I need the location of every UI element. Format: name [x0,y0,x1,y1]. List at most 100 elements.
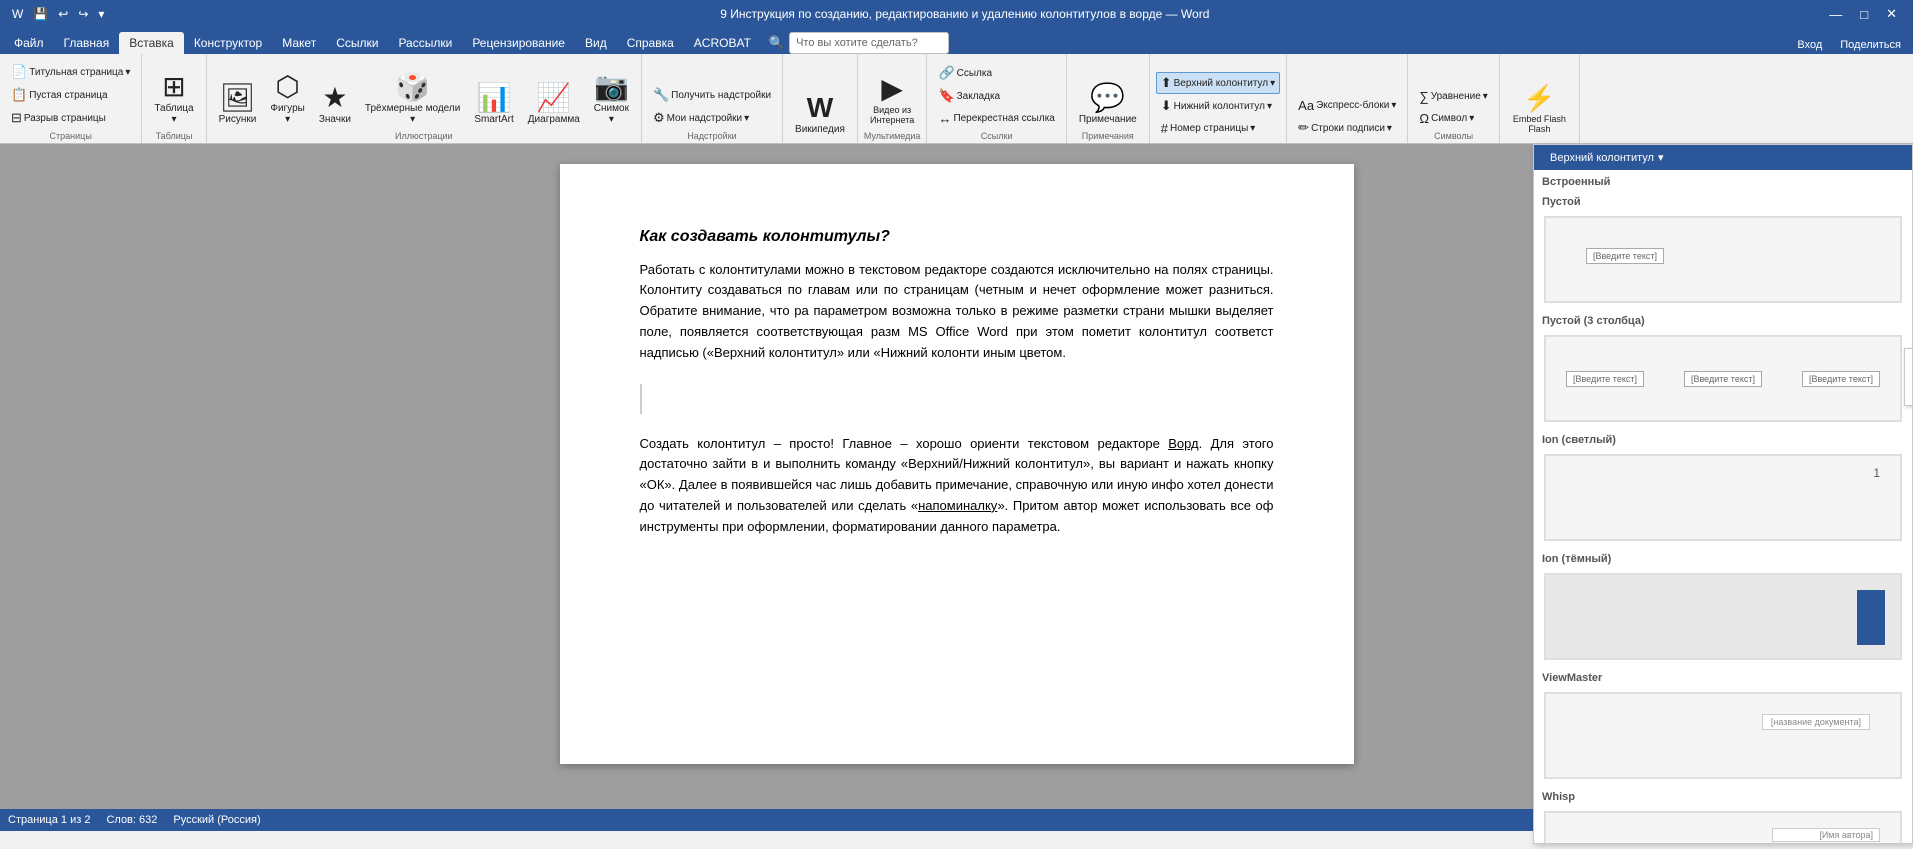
header-button[interactable]: ⬆ Верхний колонтитул ▾ [1156,72,1280,94]
embed-flash-button[interactable]: ⚡ Embed Flash Flash [1506,78,1573,139]
get-addins-icon: 🔧 [653,87,669,103]
pages-group-label: Страницы [50,131,92,141]
language: Русский (Россия) [173,814,260,826]
shapes-button[interactable]: ⬡ Фигуры ▾ [264,66,310,129]
my-addins-button[interactable]: ⚙ Мои надстройки ▾ [648,107,776,129]
template-viewmaster-preview: [название документа] [1545,693,1901,778]
title-bar: W 💾 ↩ ↪ ▾ 9 Инструкция по созданию, реда… [0,0,1913,28]
signature-line-button[interactable]: ✏ Строки подписи ▾ [1293,117,1401,139]
placeholder-3col-2: [Введите текст] [1684,371,1762,387]
symbol-button[interactable]: Ω Символ ▾ [1414,108,1492,129]
my-addins-icon: ⚙ [653,110,665,126]
blank-page-button[interactable]: 📋 Пустая страница [6,84,135,106]
dropdown-arrow: ▾ [125,67,130,78]
undo-button[interactable]: ↩ [54,5,72,23]
page-number-button[interactable]: # Номер страницы ▾ [1156,118,1280,139]
video-icon: ▶ [881,72,903,105]
smartart-button[interactable]: 📊 SmartArt [468,77,519,129]
sig-line-icon: ✏ [1298,120,1309,136]
header-dropdown-arrow: ▾ [1270,78,1275,89]
template-label-ion-light: Ion (светлый) [1534,428,1912,448]
signin-button[interactable]: Вход [1787,36,1832,54]
tab-mailings[interactable]: Рассылки [388,32,462,54]
qat-dropdown[interactable]: ▾ [94,5,108,23]
ribbon-group-text: Aa Экспресс-блоки ▾ ✏ Строки подписи ▾ [1287,54,1408,143]
template-label-ion-dark: Ion (тёмный) [1534,547,1912,567]
tab-review[interactable]: Рецензирование [462,32,575,54]
template-whisp[interactable]: [Имя автора] [Заголовок документа] [1544,811,1902,844]
title-page-button[interactable]: 📄 Титульная страница ▾ [6,61,135,83]
tab-home[interactable]: Главная [54,32,120,54]
table-button[interactable]: ⊞ Таблица ▾ [148,66,199,129]
word-icon[interactable]: W [8,5,27,23]
get-addins-button[interactable]: 🔧 Получить надстройки [648,84,776,106]
comment-icon: 💬 [1090,81,1125,114]
template-label-whisp: Whisp [1534,785,1912,805]
footer-icon: ⬇ [1161,98,1172,114]
symbol-icon: Ω [1419,111,1429,126]
main-area: Как создавать колонтитулы? Работать с ко… [0,144,1913,809]
links-group-label: Ссылки [981,131,1013,141]
tab-acrobat[interactable]: ACROBAT [684,32,761,54]
save-button[interactable]: 💾 [29,5,52,23]
ribbon-group-media: ▶ Видео изИнтернета Мультимедиа [858,54,928,143]
template-empty[interactable]: [Введите текст] [1544,216,1902,303]
equation-button[interactable]: ∑ Уравнение ▾ [1414,86,1492,107]
3d-models-button[interactable]: 🎲 Трёхмерные модели ▾ [359,66,466,129]
wikipedia-button[interactable]: W Википедия [789,88,851,139]
share-button[interactable]: Поделиться [1840,39,1901,51]
template-viewmaster[interactable]: [название документа] [1544,692,1902,779]
online-video-button[interactable]: ▶ Видео изИнтернета [864,68,920,129]
addins-group-label: Надстройки [687,131,736,141]
quick-parts-icon: Aa [1298,98,1314,113]
bookmark-button[interactable]: 🔖 Закладка [933,85,1059,107]
template-ion-dark[interactable] [1544,573,1902,660]
restore-button[interactable]: □ [1852,4,1876,24]
shapes-icon: ⬡ [275,70,299,103]
minimize-button[interactable]: — [1821,4,1850,24]
redo-button[interactable]: ↪ [74,5,92,23]
ribbon-search-box[interactable]: Что вы хотите сделать? [789,32,949,54]
icons-button[interactable]: ★ Значки [313,77,357,129]
word-count: Слов: 632 [106,814,157,826]
wikipedia-icon: W [807,92,833,124]
blue-block [1857,590,1885,645]
chart-button[interactable]: 📈 Диаграмма [522,77,586,129]
doc-title-placeholder: [название документа] [1762,714,1870,730]
tab-file[interactable]: Файл [4,32,54,54]
tab-design[interactable]: Конструктор [184,32,272,54]
page-break-button[interactable]: ⊟ Разрыв страницы [6,107,135,129]
builtin-section-label: Встроенный [1534,170,1912,190]
tab-help[interactable]: Справка [617,32,684,54]
header-style-selector[interactable]: Верхний колонтитул ▾ [1542,149,1671,166]
footer-button[interactable]: ⬇ Нижний колонтитул ▾ [1156,95,1280,117]
ribbon-group-links: 🔗 Ссылка 🔖 Закладка ↔ Перекрестная ссылк… [927,54,1066,143]
comment-button[interactable]: 💬 Примечание [1073,77,1143,129]
hyperlink-button[interactable]: 🔗 Ссылка [933,62,1059,84]
header-icon: ⬆ [1161,75,1172,91]
quick-parts-button[interactable]: Aa Экспресс-блоки ▾ [1293,95,1401,116]
page-number-icon: # [1161,121,1168,136]
header-dropdown-arrow-btn: ▾ [1658,151,1664,164]
pictures-button[interactable]: 🖼 Рисунки [213,77,263,129]
tab-references[interactable]: Ссылки [326,32,388,54]
document-heading: Как создавать колонтитулы? [640,224,1274,250]
screenshot-button[interactable]: 📷 Снимок ▾ [588,66,635,129]
ribbon-group-addins: 🔧 Получить надстройки ⚙ Мои надстройки ▾… [642,54,783,143]
tab-layout[interactable]: Макет [272,32,326,54]
template-3col[interactable]: [Введите текст] [Введите текст] [Введите… [1544,335,1902,422]
cross-ref-button[interactable]: ↔ Перекрестная ссылка [933,108,1059,129]
smartart-icon: 📊 [477,81,512,114]
ribbon-content: 📄 Титульная страница ▾ 📋 Пустая страница… [0,54,1913,144]
window-controls: — □ ✕ [1821,4,1905,24]
template-ion-light[interactable]: 1 [1544,454,1902,541]
symbols-group-label: Символы [1434,131,1473,141]
tab-view[interactable]: Вид [575,32,617,54]
ribbon-group-wiki: W Википедия [783,54,858,143]
close-button[interactable]: ✕ [1878,4,1905,24]
tooltip-empty: Пустой Пустой верхний колонтитул [1904,348,1913,406]
tab-insert[interactable]: Вставка [119,32,184,54]
bookmark-icon: 🔖 [938,88,954,104]
page-count: Страница 1 из 2 [8,814,90,826]
placeholder-3col-3: [Введите текст] [1802,371,1880,387]
